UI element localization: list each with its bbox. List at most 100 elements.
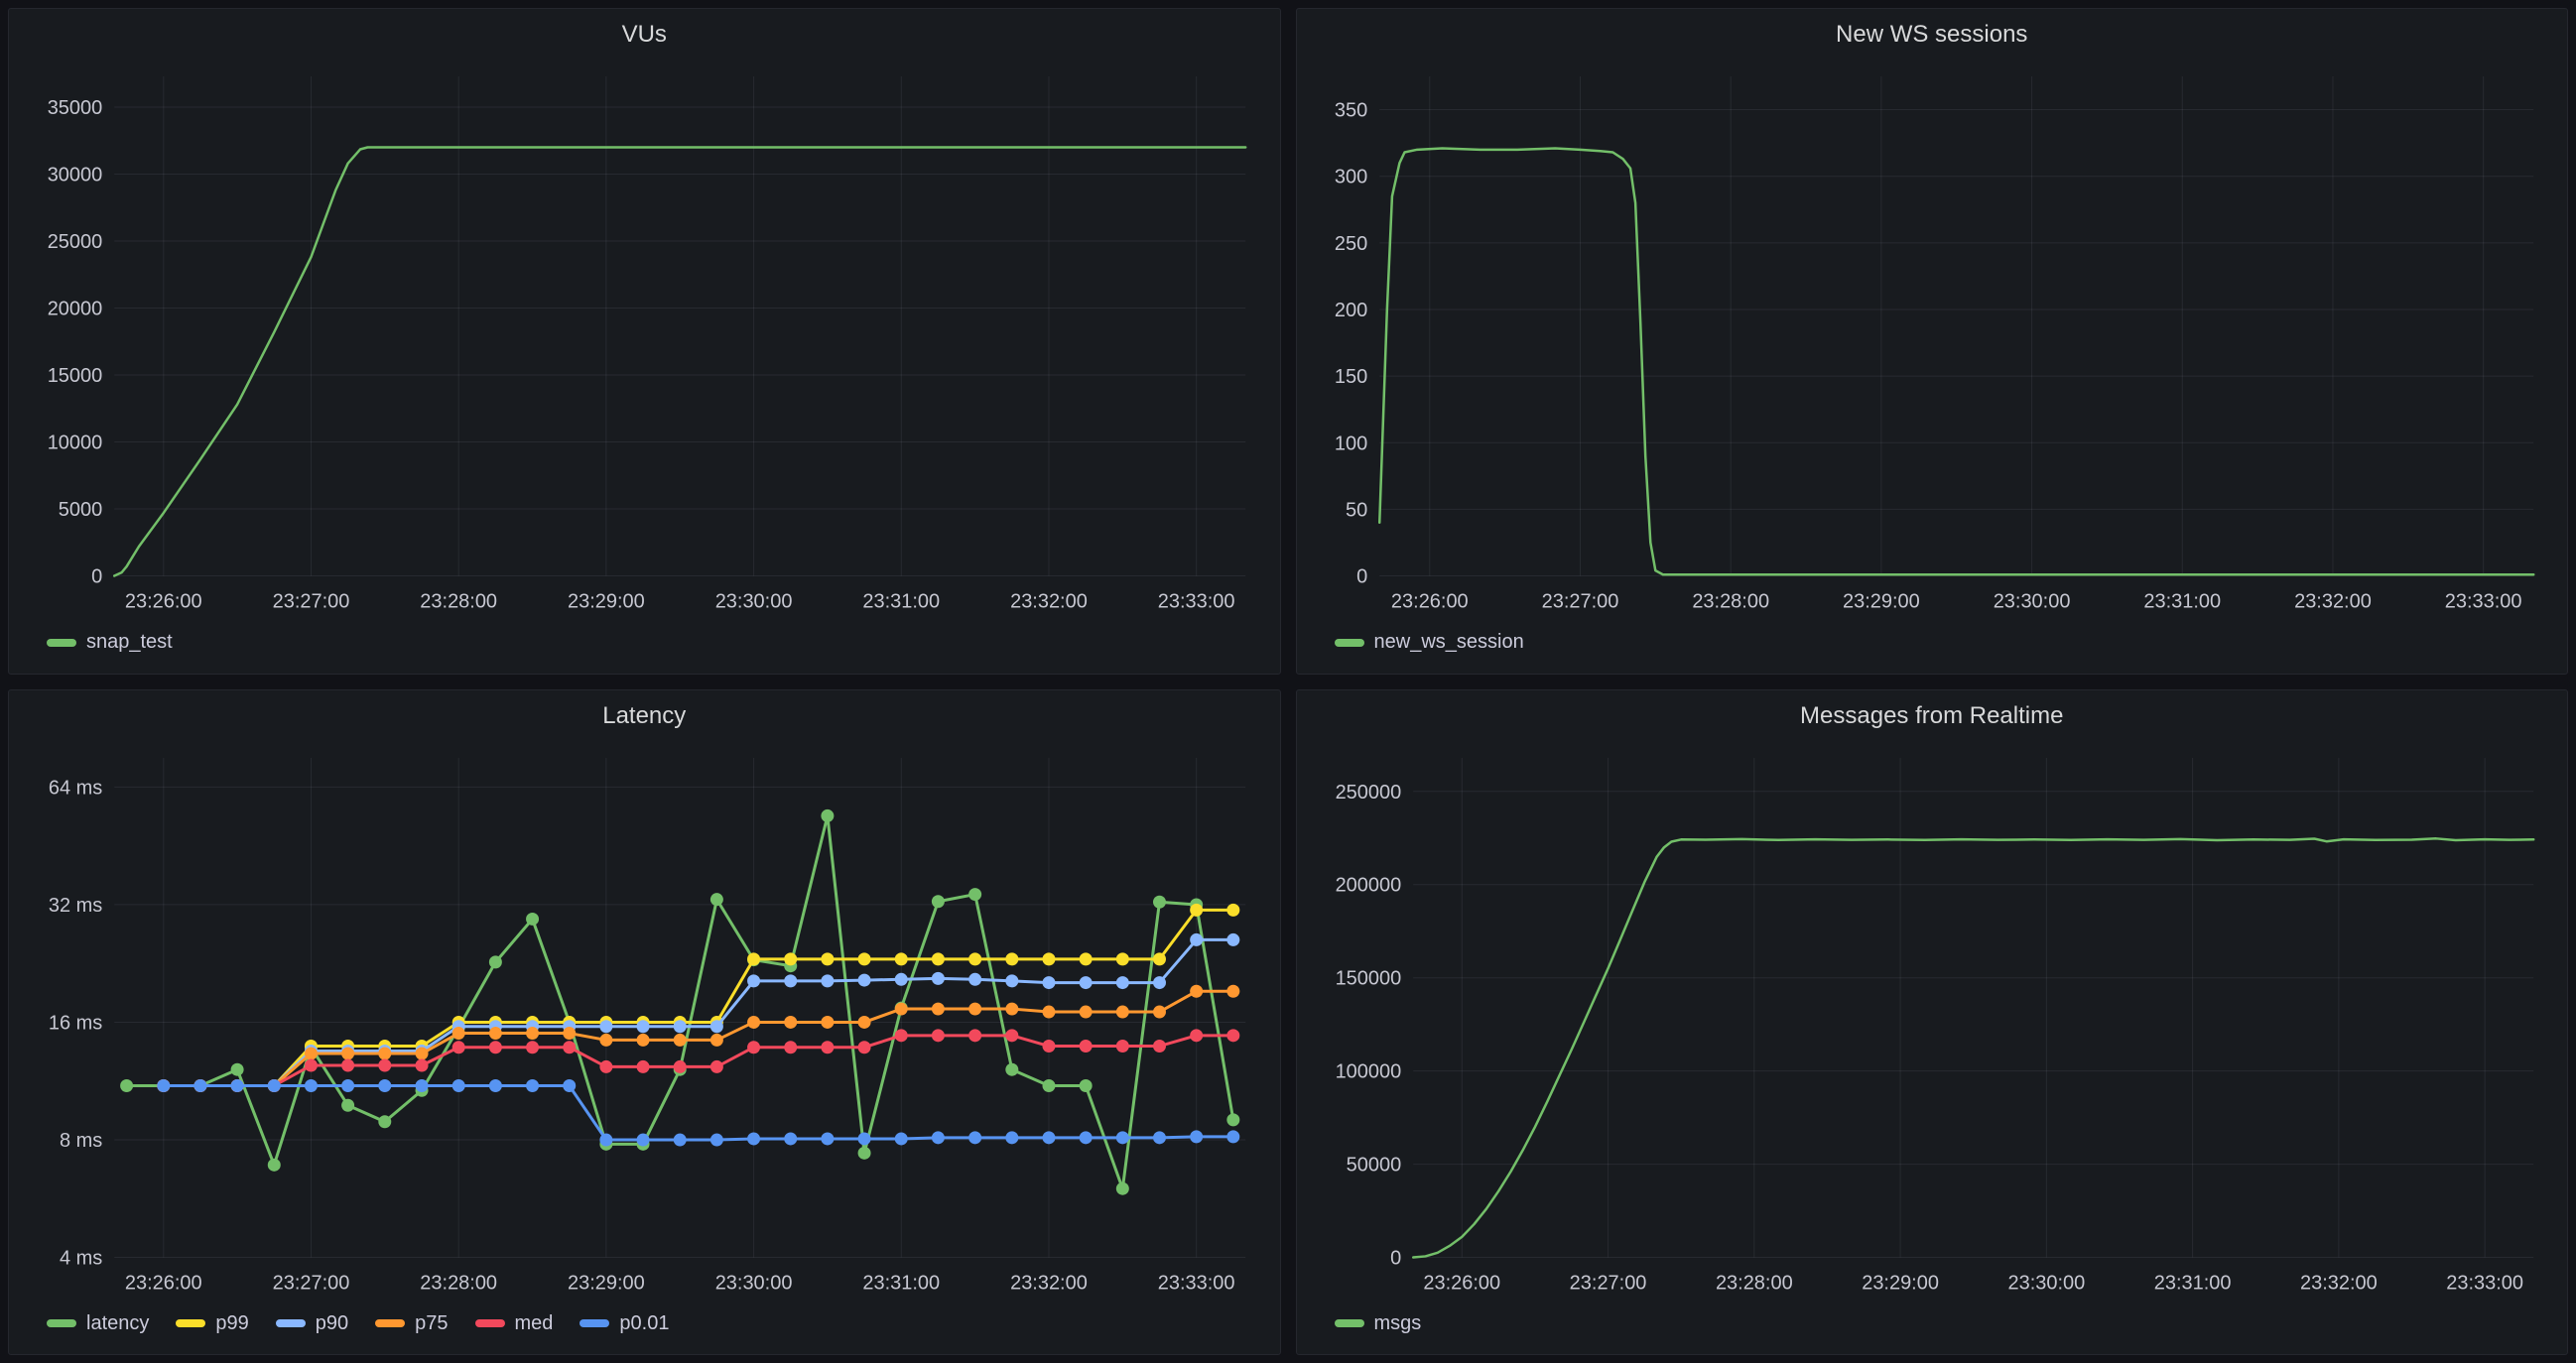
series-point xyxy=(1080,976,1093,989)
series-point xyxy=(784,952,797,965)
x-tick-label: 23:29:00 xyxy=(568,591,645,613)
x-tick-label: 23:28:00 xyxy=(1715,1272,1792,1294)
series-point xyxy=(378,1058,391,1071)
series-point xyxy=(599,1020,612,1033)
legend-label[interactable]: msgs xyxy=(1374,1312,1422,1335)
series-point xyxy=(489,955,502,968)
legend-item-p75[interactable]: p75 xyxy=(375,1312,448,1335)
legend-swatch xyxy=(47,1319,76,1327)
x-tick-label: 23:30:00 xyxy=(2007,1272,2085,1294)
series-point xyxy=(1190,903,1203,916)
vus-chart-area[interactable]: 0500010000150002000025000300003500023:26… xyxy=(17,55,1272,620)
series-point xyxy=(858,1132,871,1145)
legend-swatch xyxy=(176,1319,205,1327)
series-point xyxy=(1042,1040,1055,1053)
series-point xyxy=(489,1041,502,1053)
legend-item-snap_test[interactable]: snap_test xyxy=(47,631,173,654)
legend-label[interactable]: p99 xyxy=(215,1312,248,1335)
series-point xyxy=(1190,984,1203,997)
x-tick-label: 23:29:00 xyxy=(568,1272,645,1294)
x-tick-label: 23:30:00 xyxy=(1993,591,2070,613)
series-point xyxy=(416,1058,429,1071)
panel-title-new-ws-sessions[interactable]: New WS sessions xyxy=(1305,15,2560,55)
series-point xyxy=(341,1047,354,1059)
legend-label[interactable]: new_ws_session xyxy=(1374,631,1524,654)
series-point xyxy=(1226,932,1239,945)
legend-item-new_ws_session[interactable]: new_ws_session xyxy=(1335,631,1524,654)
legend-item-p90[interactable]: p90 xyxy=(276,1312,348,1335)
y-tick-label: 350 xyxy=(1334,100,1366,122)
series-point xyxy=(268,1078,281,1091)
series-point xyxy=(821,952,834,965)
series-point xyxy=(932,971,945,984)
series-point xyxy=(784,1041,797,1053)
series-point xyxy=(674,1033,687,1046)
legend-label[interactable]: latency xyxy=(86,1312,149,1335)
legend-label[interactable]: p90 xyxy=(316,1312,348,1335)
new-ws-sessions-chart-area[interactable]: 05010015020025030035023:26:0023:27:0023:… xyxy=(1305,55,2560,620)
series-point xyxy=(563,1027,576,1040)
series-line-new_ws_session xyxy=(1379,149,2533,575)
series-point xyxy=(1116,1040,1129,1053)
series-point xyxy=(895,952,908,965)
y-tick-label: 8 ms xyxy=(60,1129,102,1151)
messages-chart[interactable]: 05000010000015000020000025000023:26:0023… xyxy=(1305,736,2560,1301)
legend-label[interactable]: med xyxy=(515,1312,554,1335)
series-point xyxy=(416,1047,429,1059)
new-ws-sessions-chart[interactable]: 05010015020025030035023:26:0023:27:0023:… xyxy=(1305,55,2560,620)
series-point xyxy=(268,1158,281,1171)
legend-label[interactable]: snap_test xyxy=(86,631,173,654)
vus-legend: snap_test xyxy=(17,620,1272,666)
series-point xyxy=(1153,1131,1166,1144)
series-point xyxy=(1080,1005,1093,1018)
x-tick-label: 23:27:00 xyxy=(273,591,350,613)
messages-legend: msgs xyxy=(1305,1301,2560,1346)
y-tick-label: 4 ms xyxy=(60,1247,102,1269)
series-point xyxy=(1190,932,1203,945)
latency-chart-area[interactable]: 4 ms8 ms16 ms32 ms64 ms23:26:0023:27:002… xyxy=(17,736,1272,1301)
series-point xyxy=(489,1078,502,1091)
series-point xyxy=(968,1131,981,1144)
series-point xyxy=(747,1041,760,1053)
panel-latency: Latency 4 ms8 ms16 ms32 ms64 ms23:26:002… xyxy=(8,689,1281,1356)
y-tick-label: 64 ms xyxy=(49,777,102,799)
messages-chart-area[interactable]: 05000010000015000020000025000023:26:0023… xyxy=(1305,736,2560,1301)
panel-title-latency[interactable]: Latency xyxy=(17,696,1272,736)
legend-item-p99[interactable]: p99 xyxy=(176,1312,248,1335)
series-new_ws_session xyxy=(1379,149,2533,575)
series-point xyxy=(1042,1005,1055,1018)
y-tick-label: 150 xyxy=(1334,366,1366,388)
legend-item-msgs[interactable]: msgs xyxy=(1335,1312,1422,1335)
panel-title-messages[interactable]: Messages from Realtime xyxy=(1305,696,2560,736)
series-point xyxy=(526,1027,539,1040)
series-point xyxy=(821,974,834,987)
legend-item-latency[interactable]: latency xyxy=(47,1312,149,1335)
legend-item-med[interactable]: med xyxy=(475,1312,554,1335)
series-point xyxy=(1116,1005,1129,1018)
grid xyxy=(114,757,1245,1257)
panel-title-vus[interactable]: VUs xyxy=(17,15,1272,55)
series-point xyxy=(378,1078,391,1091)
series-point xyxy=(710,893,723,906)
series-point xyxy=(637,1133,650,1146)
series-point xyxy=(858,973,871,986)
series-point xyxy=(710,1020,723,1033)
series-point xyxy=(1153,976,1166,989)
series-point xyxy=(895,1029,908,1042)
series-point xyxy=(784,1132,797,1145)
legend-label[interactable]: p0.01 xyxy=(619,1312,669,1335)
latency-chart[interactable]: 4 ms8 ms16 ms32 ms64 ms23:26:0023:27:002… xyxy=(17,736,1272,1301)
series-point xyxy=(1153,1040,1166,1053)
legend-item-p0.01[interactable]: p0.01 xyxy=(580,1312,669,1335)
series-p0.01 xyxy=(157,1078,1239,1146)
series-point xyxy=(1042,1078,1055,1091)
series-point xyxy=(341,1098,354,1111)
y-tick-label: 25000 xyxy=(48,231,103,253)
series-point xyxy=(674,1059,687,1072)
x-tick-label: 23:33:00 xyxy=(1158,591,1235,613)
series-line-snap_test xyxy=(114,148,1245,576)
vus-chart[interactable]: 0500010000150002000025000300003500023:26… xyxy=(17,55,1272,620)
y-tick-label: 32 ms xyxy=(49,894,102,916)
legend-label[interactable]: p75 xyxy=(415,1312,448,1335)
series-point xyxy=(821,1041,834,1053)
